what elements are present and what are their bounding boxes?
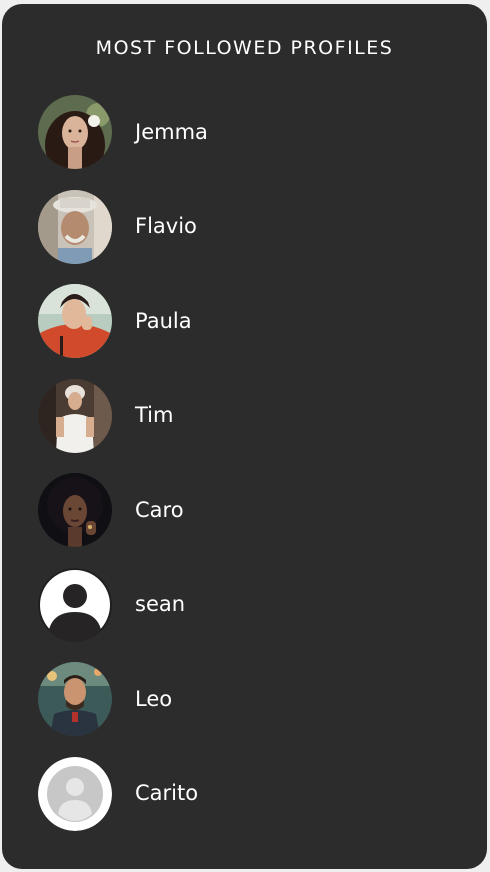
list-item-sean[interactable]: sean xyxy=(38,558,208,653)
profile-name[interactable]: sean xyxy=(135,594,185,615)
profile-name[interactable]: Tim xyxy=(135,405,173,426)
avatar[interactable] xyxy=(38,473,112,548)
list-item-tim[interactable]: Tim xyxy=(38,369,208,464)
profile-list: Jemma Flavio Paula Tim Caro sean Leo Car… xyxy=(38,85,208,841)
list-item-flavio[interactable]: Flavio xyxy=(38,180,208,275)
profile-name[interactable]: Flavio xyxy=(135,216,197,237)
list-item-leo[interactable]: Leo xyxy=(38,652,208,747)
default-user-icon[interactable] xyxy=(38,567,112,642)
list-item-paula[interactable]: Paula xyxy=(38,274,208,369)
list-item-caro[interactable]: Caro xyxy=(38,463,208,558)
profile-name[interactable]: Jemma xyxy=(135,121,208,143)
avatar[interactable] xyxy=(38,284,112,359)
panel-title: MOST FOLLOWED PROFILES xyxy=(95,37,394,59)
avatar[interactable] xyxy=(38,378,112,453)
profile-name[interactable]: Paula xyxy=(135,310,192,332)
avatar[interactable] xyxy=(38,95,112,170)
most-followed-profiles-panel: MOST FOLLOWED PROFILES Jemma Flavio Paul… xyxy=(2,4,487,869)
list-item-jemma[interactable]: Jemma xyxy=(38,85,208,180)
avatar[interactable] xyxy=(38,189,112,264)
avatar[interactable] xyxy=(38,662,112,737)
default-user-placeholder-icon[interactable] xyxy=(38,756,112,831)
profile-name[interactable]: Leo xyxy=(135,688,172,710)
profile-name[interactable]: Caro xyxy=(135,499,184,521)
profile-name[interactable]: Carito xyxy=(135,783,198,804)
list-item-carito[interactable]: Carito xyxy=(38,747,208,842)
